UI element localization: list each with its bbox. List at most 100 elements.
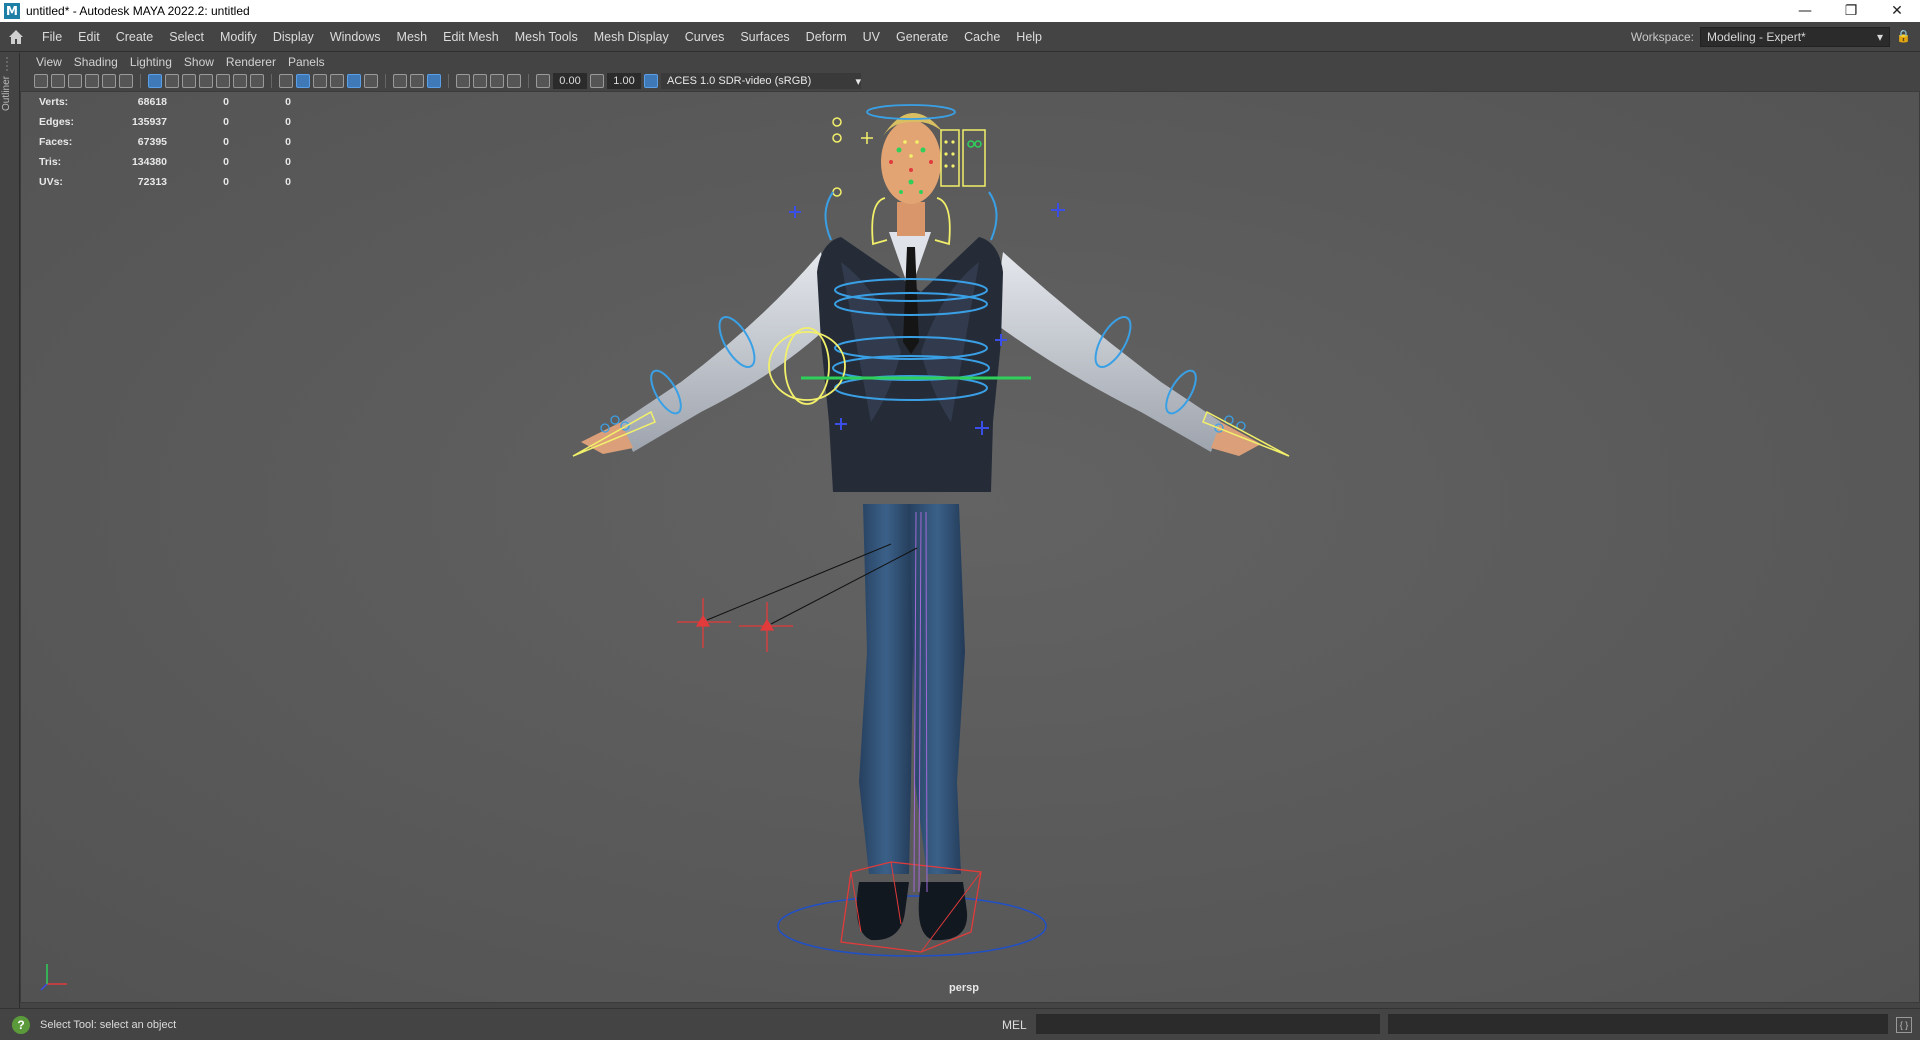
workspace-selector: Workspace: Modeling - Expert* ▾ 🔒 <box>1630 22 1911 52</box>
drag-grip-icon[interactable] <box>6 57 14 71</box>
default-lighting-icon[interactable] <box>313 74 327 88</box>
hud-value: 0 <box>285 96 291 108</box>
panel-menu-show[interactable]: Show <box>178 55 220 69</box>
script-editor-icon[interactable]: { } <box>1896 1017 1912 1033</box>
resolution-gate-icon[interactable] <box>182 74 196 88</box>
exposure-field[interactable]: 0.00 <box>553 73 587 89</box>
menu-cache[interactable]: Cache <box>956 30 1008 44</box>
menu-curves[interactable]: Curves <box>677 30 733 44</box>
xray-active-components-icon[interactable] <box>490 74 504 88</box>
status-bar: ? Select Tool: select an object MEL { } <box>0 1008 1920 1040</box>
use-all-lights-icon[interactable] <box>364 74 378 88</box>
hud-value: 0 <box>223 116 229 128</box>
shadows-icon[interactable] <box>393 74 407 88</box>
script-language-toggle[interactable]: MEL <box>1002 1018 1027 1032</box>
window-controls: — ❐ ✕ <box>1782 0 1920 22</box>
hud-label: UVs: <box>39 176 63 188</box>
menu-select[interactable]: Select <box>161 30 212 44</box>
panel-menu-shading[interactable]: Shading <box>68 55 124 69</box>
hud-row-faces: Faces: 67395 0 0 <box>39 132 291 152</box>
film-gate-icon[interactable] <box>165 74 179 88</box>
field-chart-icon[interactable] <box>216 74 230 88</box>
help-icon[interactable]: ? <box>12 1015 30 1034</box>
menu-help[interactable]: Help <box>1008 30 1050 44</box>
hud-value: 72313 <box>137 176 167 188</box>
bookmarks-icon[interactable] <box>68 74 82 88</box>
menu-deform[interactable]: Deform <box>798 30 855 44</box>
panel-menu-view[interactable]: View <box>30 55 68 69</box>
panel-menu-panels[interactable]: Panels <box>282 55 331 69</box>
menu-uv[interactable]: UV <box>855 30 888 44</box>
outliner-collapsed-strip[interactable]: Outliner <box>0 53 20 1008</box>
menu-edit[interactable]: Edit <box>70 30 108 44</box>
menu-mesh-tools[interactable]: Mesh Tools <box>507 30 586 44</box>
restore-button[interactable]: ❐ <box>1828 0 1874 22</box>
lock-icon[interactable]: 🔒 <box>1896 29 1911 45</box>
menu-modify[interactable]: Modify <box>212 30 265 44</box>
3d-viewport[interactable]: Verts: 68618 0 0 Edges: 135937 0 0 Faces… <box>20 91 1920 1003</box>
2d-pan-zoom-icon[interactable] <box>102 74 116 88</box>
panel-menu-lighting[interactable]: Lighting <box>124 55 178 69</box>
isolate-select-icon[interactable] <box>456 74 470 88</box>
hud-label: Faces: <box>39 136 73 148</box>
main-menu-bar: File Edit Create Select Modify Display W… <box>0 22 1920 52</box>
select-camera-icon[interactable] <box>34 74 48 88</box>
motion-blur-icon[interactable] <box>427 74 441 88</box>
hud-value: 0 <box>223 156 229 168</box>
toolbar-separator <box>140 74 141 88</box>
menu-windows[interactable]: Windows <box>322 30 389 44</box>
hud-row-edges: Edges: 135937 0 0 <box>39 112 291 132</box>
hud-row-tris: Tris: 134380 0 0 <box>39 152 291 172</box>
hud-value: 0 <box>223 136 229 148</box>
panel-menu-renderer[interactable]: Renderer <box>220 55 282 69</box>
hud-value: 68618 <box>137 96 167 108</box>
hud-value: 0 <box>223 96 229 108</box>
menu-surfaces[interactable]: Surfaces <box>732 30 797 44</box>
wireframe-icon[interactable] <box>279 74 293 88</box>
menu-mesh-display[interactable]: Mesh Display <box>586 30 677 44</box>
toolbar-separator <box>528 74 529 88</box>
hud-value: 0 <box>285 136 291 148</box>
grease-pencil-icon[interactable] <box>119 74 133 88</box>
color-management-icon[interactable] <box>644 74 658 88</box>
view-transform-dropdown[interactable]: ACES 1.0 SDR-video (sRGB) ▾ <box>661 73 861 89</box>
close-button[interactable]: ✕ <box>1874 0 1920 22</box>
gate-mask-icon[interactable] <box>199 74 213 88</box>
grid-icon[interactable] <box>148 74 162 88</box>
safe-title-icon[interactable] <box>250 74 264 88</box>
xray-joints-icon[interactable] <box>507 74 521 88</box>
hud-row-verts: Verts: 68618 0 0 <box>39 92 291 112</box>
chevron-down-icon: ▾ <box>1876 30 1883 44</box>
home-icon[interactable] <box>6 27 26 47</box>
panel-menu-bar: View Shading Lighting Show Renderer Pane… <box>20 53 1920 71</box>
menu-create[interactable]: Create <box>108 30 162 44</box>
hud-value: 134380 <box>131 156 167 168</box>
workspace-dropdown[interactable]: Modeling - Expert* ▾ <box>1700 27 1890 47</box>
outliner-label[interactable]: Outliner <box>1 76 12 111</box>
menu-display[interactable]: Display <box>265 30 322 44</box>
menu-generate[interactable]: Generate <box>888 30 956 44</box>
image-plane-icon[interactable] <box>85 74 99 88</box>
exposure-icon[interactable] <box>536 74 550 88</box>
smooth-shade-icon[interactable] <box>296 74 310 88</box>
menu-edit-mesh[interactable]: Edit Mesh <box>435 30 507 44</box>
textured-icon[interactable] <box>347 74 361 88</box>
view-axis-icon <box>40 964 67 991</box>
command-input[interactable] <box>1036 1014 1380 1034</box>
menu-mesh[interactable]: Mesh <box>389 30 436 44</box>
menu-file[interactable]: File <box>34 30 70 44</box>
toolbar-separator <box>385 74 386 88</box>
gamma-icon[interactable] <box>590 74 604 88</box>
status-message: Select Tool: select an object <box>40 1018 177 1031</box>
xray-icon[interactable] <box>473 74 487 88</box>
safe-action-icon[interactable] <box>233 74 247 88</box>
workspace-label: Workspace: <box>1630 30 1694 44</box>
chevron-down-icon: ▾ <box>855 75 861 88</box>
camera-attributes-icon[interactable] <box>51 74 65 88</box>
gamma-field[interactable]: 1.00 <box>607 73 641 89</box>
minimize-button[interactable]: — <box>1782 0 1828 22</box>
screen-space-ao-icon[interactable] <box>410 74 424 88</box>
hud-value: 0 <box>223 176 229 188</box>
wireframe-on-shaded-icon[interactable] <box>330 74 344 88</box>
maya-app-icon: M <box>4 3 20 19</box>
